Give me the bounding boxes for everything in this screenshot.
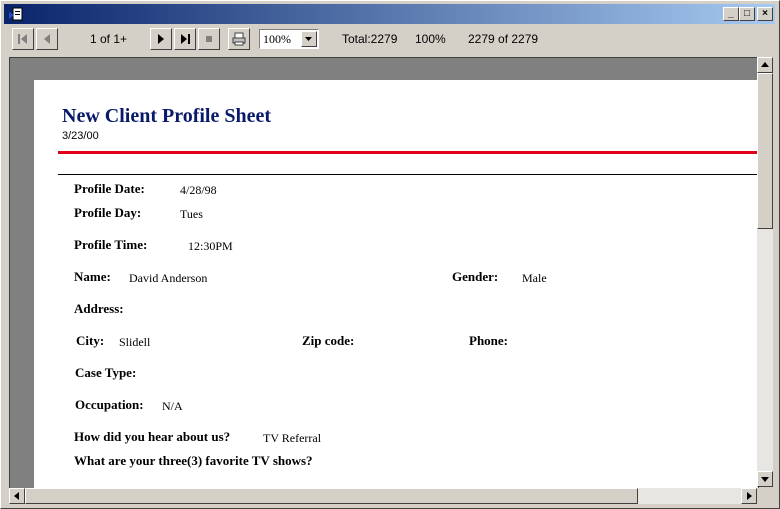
report-viewport[interactable]: New Client Profile Sheet 3/23/00 Profile… (9, 57, 759, 489)
print-button[interactable] (228, 28, 250, 50)
close-button[interactable]: × (757, 7, 773, 21)
occupation-label: Occupation: (75, 397, 144, 412)
gender-value: Male (522, 271, 547, 285)
section-divider (58, 174, 758, 175)
scroll-up-button[interactable] (757, 57, 773, 73)
horizontal-scrollbar[interactable] (9, 488, 757, 504)
scroll-left-button[interactable] (9, 488, 25, 504)
previous-page-icon (44, 34, 50, 44)
title-bar[interactable]: _ □ × (4, 4, 775, 24)
profile-time-value: 12:30PM (188, 239, 233, 253)
occupation-value: N/A (162, 399, 183, 413)
favorite-tv-shows-label: What are your three(3) favorite TV shows… (74, 453, 313, 468)
minimize-button[interactable]: _ (723, 7, 739, 21)
zoom-select[interactable]: 100% (259, 29, 319, 49)
horizontal-scroll-thumb[interactable] (25, 488, 638, 504)
profile-time-label: Profile Time: (74, 237, 148, 252)
scroll-down-icon (761, 477, 769, 482)
city-label: City: (76, 333, 105, 348)
report-date: 3/23/00 (62, 130, 99, 142)
zip-code-label: Zip code: (302, 333, 355, 348)
scroll-up-icon (761, 62, 769, 67)
zoom-dropdown-button[interactable] (301, 31, 317, 47)
city-value: Slidell (119, 335, 151, 349)
next-page-button[interactable] (150, 28, 172, 50)
last-page-icon (181, 34, 190, 44)
stop-button[interactable] (198, 28, 220, 50)
vertical-scroll-thumb[interactable] (757, 73, 773, 229)
maximize-button[interactable]: □ (739, 7, 755, 21)
chevron-down-icon (305, 37, 312, 41)
previous-page-button[interactable] (36, 28, 58, 50)
stop-icon (206, 36, 212, 42)
printer-icon (232, 32, 246, 46)
total-records: Total:2279 (342, 32, 398, 46)
toolbar: 1 of 1+ 100% Total:2279 100% 2279 of 227… (4, 25, 775, 53)
last-page-button[interactable] (174, 28, 196, 50)
zoom-value: 100% (263, 32, 291, 46)
next-page-icon (158, 34, 164, 44)
scroll-right-button[interactable] (741, 488, 757, 504)
phone-label: Phone: (469, 333, 508, 348)
first-page-button[interactable] (12, 28, 34, 50)
address-label: Address: (74, 301, 124, 316)
record-count: 2279 of 2279 (468, 32, 539, 46)
report-viewer-window: _ □ × 1 of 1+ 100% Total:2279 100% 2279 … (0, 0, 780, 509)
scroll-right-icon (747, 492, 752, 500)
case-type-label: Case Type: (75, 365, 137, 380)
report-page: New Client Profile Sheet 3/23/00 Profile… (34, 80, 758, 488)
profile-day-label: Profile Day: (74, 205, 142, 220)
title-divider-red (58, 151, 758, 154)
scroll-down-button[interactable] (757, 471, 773, 487)
scroll-left-icon (14, 492, 19, 500)
app-icon[interactable] (8, 6, 24, 22)
profile-day-value: Tues (180, 207, 203, 221)
name-label: Name: (74, 269, 111, 284)
gender-label: Gender: (452, 269, 499, 284)
percent-complete: 100% (415, 32, 446, 46)
vertical-scrollbar[interactable] (757, 57, 773, 487)
profile-date-value: 4/28/98 (180, 183, 217, 197)
referral-source-label: How did you hear about us? (74, 429, 231, 444)
report-title: New Client Profile Sheet (62, 105, 272, 127)
referral-source-value: TV Referral (263, 431, 322, 445)
resize-grip[interactable] (757, 488, 773, 504)
profile-date-label: Profile Date: (74, 181, 145, 196)
name-value: David Anderson (129, 271, 208, 285)
page-indicator: 1 of 1+ (90, 32, 128, 46)
first-page-icon (18, 34, 27, 44)
